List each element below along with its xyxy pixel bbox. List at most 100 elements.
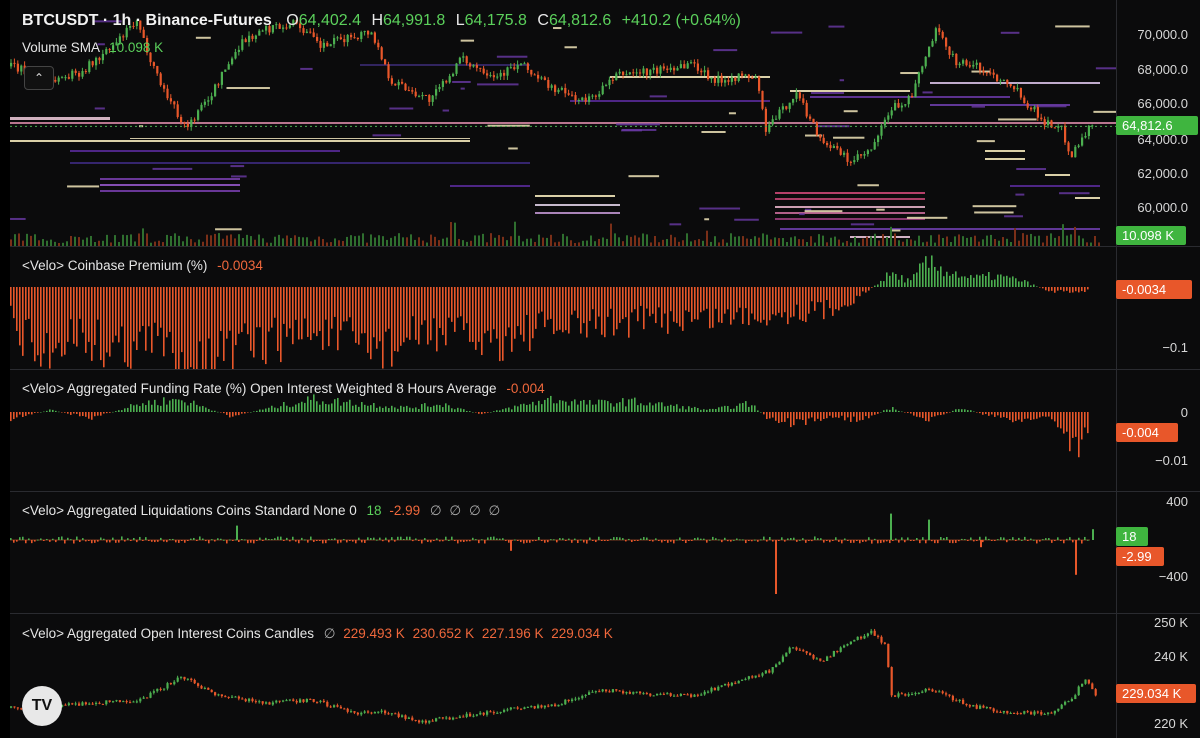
oi-candle xyxy=(724,683,727,686)
window-edge xyxy=(0,0,10,738)
volume-bar xyxy=(802,239,804,246)
histogram-bar xyxy=(820,287,822,303)
oi-candle xyxy=(642,693,645,695)
histogram-bar xyxy=(880,412,882,413)
volume-bar xyxy=(1066,235,1068,246)
oi-candle xyxy=(186,678,189,680)
volume-bar xyxy=(722,239,724,246)
symbol-legend[interactable]: BTCUSDT · 1h · Binance-Futures O64,402.4… xyxy=(22,12,741,30)
liquidity-band xyxy=(976,140,995,143)
oi-candle xyxy=(533,706,536,709)
liquidations-legend[interactable]: <Velo> Aggregated Liquidations Coins Sta… xyxy=(22,503,500,519)
premium-legend[interactable]: <Velo> Coinbase Premium (%) -0.0034 xyxy=(22,258,263,273)
histogram-bar xyxy=(760,412,762,413)
liquidity-band xyxy=(628,175,660,178)
oi-candle xyxy=(88,703,91,705)
volume-bar xyxy=(70,236,72,246)
histogram-bar xyxy=(856,412,858,422)
histogram-bar xyxy=(187,287,189,369)
liquidation-bar xyxy=(397,536,399,540)
histogram-bar xyxy=(406,405,408,412)
volume-legend[interactable]: Volume SMA 10.098 K xyxy=(22,40,163,55)
histogram-bar xyxy=(541,404,543,412)
histogram-bar xyxy=(973,277,975,287)
histogram-bar xyxy=(1051,287,1053,291)
oi-candle xyxy=(248,698,251,702)
price-candle xyxy=(533,74,536,76)
histogram-bar xyxy=(274,407,276,412)
symbol-title[interactable]: BTCUSDT · 1h · Binance-Futures xyxy=(22,12,272,29)
oi-candle xyxy=(625,692,628,694)
oi-candle xyxy=(237,696,240,699)
liquidation-bar xyxy=(286,537,288,540)
histogram-bar xyxy=(412,287,414,317)
price-candle xyxy=(567,93,570,95)
histogram-bar xyxy=(667,287,669,334)
histogram-bar xyxy=(700,409,702,412)
oi-candle xyxy=(741,679,744,681)
price-candle xyxy=(186,123,189,127)
tradingview-logo[interactable]: TV xyxy=(22,686,62,726)
volume-bar xyxy=(746,238,748,246)
open-interest-legend[interactable]: <Velo> Aggregated Open Interest Coins Ca… xyxy=(22,626,613,642)
volume-bar xyxy=(766,234,768,246)
price-candle xyxy=(54,79,57,82)
liquidation-bar xyxy=(46,538,48,540)
collapse-legend-button[interactable]: ⌃ xyxy=(24,66,54,90)
price-candle xyxy=(200,104,203,111)
price-pane[interactable] xyxy=(10,0,1116,246)
price-candle xyxy=(588,96,591,102)
price-tick: 62,000.0 xyxy=(1137,166,1188,181)
histogram-bar xyxy=(715,408,717,412)
histogram-bar xyxy=(1018,281,1020,287)
liquidations-tick: 400 xyxy=(1166,494,1188,509)
oi-low-value: 227.196 K xyxy=(481,626,544,641)
volume-bar xyxy=(1038,235,1040,246)
open-interest-title: <Velo> Aggregated Open Interest Coins Ca… xyxy=(22,626,314,641)
liquidation-bar xyxy=(622,538,624,540)
funding-legend[interactable]: <Velo> Aggregated Funding Rate (%) Open … xyxy=(22,381,545,396)
histogram-bar xyxy=(358,406,360,412)
histogram-bar xyxy=(484,287,486,334)
histogram-bar xyxy=(640,287,642,306)
liquidation-bar xyxy=(523,540,525,544)
oi-candle xyxy=(822,660,825,662)
histogram-bar xyxy=(508,287,510,328)
close-value: 64,812.6 xyxy=(548,12,612,29)
histogram-bar xyxy=(754,405,756,412)
liquidation-bar xyxy=(352,540,354,542)
liquidation-bar xyxy=(544,540,546,543)
histogram-bar xyxy=(631,398,633,412)
histogram-bar xyxy=(76,412,78,414)
price-candle xyxy=(900,105,903,108)
histogram-bar xyxy=(1087,412,1089,434)
liquidation-bar xyxy=(133,537,135,540)
liquidation-bar xyxy=(1051,540,1053,543)
histogram-bar xyxy=(418,408,420,412)
histogram-bar xyxy=(655,287,657,324)
oi-candle xyxy=(482,712,485,715)
liquidation-bar xyxy=(415,538,417,540)
histogram-bar xyxy=(520,287,522,335)
liquidation-bar xyxy=(304,539,306,541)
histogram-bar xyxy=(136,287,138,351)
histogram-bar xyxy=(442,287,444,336)
liquidation-bar xyxy=(1033,539,1035,541)
oi-candle xyxy=(1084,679,1087,684)
histogram-bar xyxy=(646,405,648,412)
liquidation-bar xyxy=(478,540,480,544)
histogram-bar xyxy=(439,405,441,412)
histogram-bar xyxy=(1012,412,1014,423)
histogram-bar xyxy=(454,287,456,332)
liquidation-bar xyxy=(223,539,225,541)
oi-candle xyxy=(258,701,261,703)
histogram-bar xyxy=(865,287,867,293)
price-candle xyxy=(894,103,897,111)
histogram-bar xyxy=(706,287,708,309)
liquidation-bar xyxy=(316,540,318,541)
histogram-bar xyxy=(682,287,684,331)
oi-candle xyxy=(135,701,138,703)
histogram-bar xyxy=(109,412,111,413)
histogram-bar xyxy=(274,287,276,318)
histogram-bar xyxy=(316,401,318,412)
